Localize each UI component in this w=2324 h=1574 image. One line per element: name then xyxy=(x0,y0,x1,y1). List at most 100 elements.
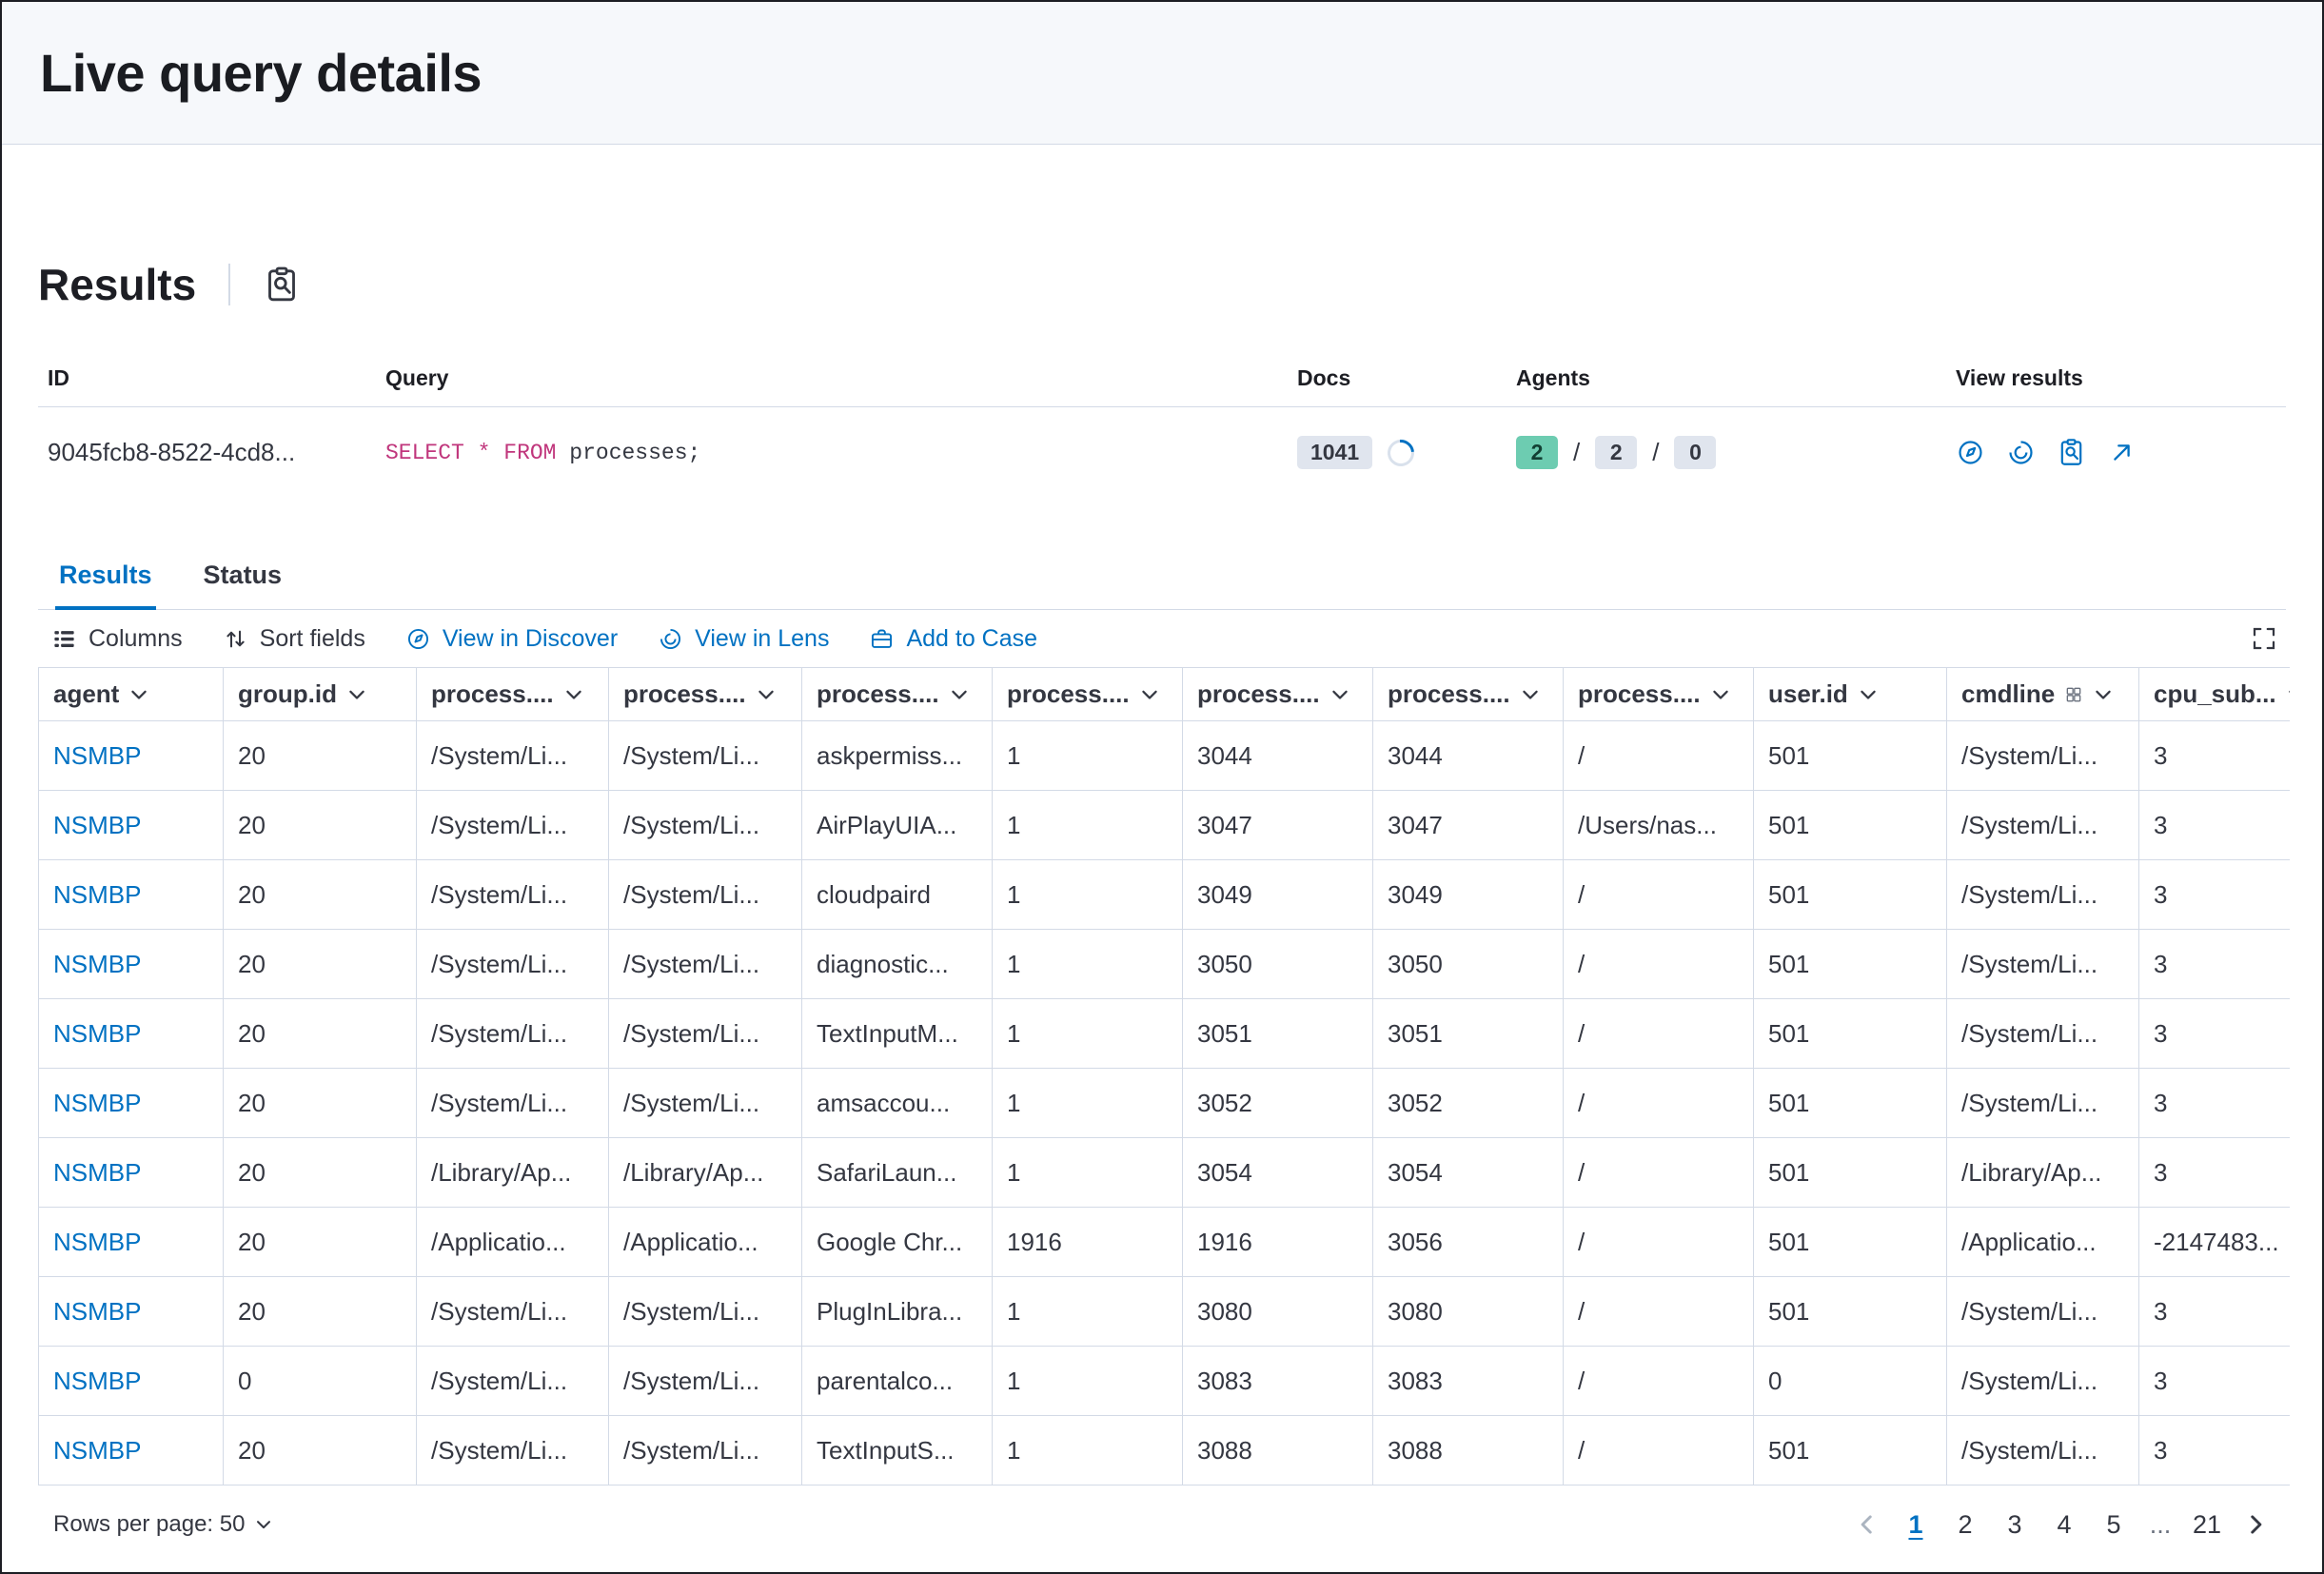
grid-cell[interactable]: / xyxy=(1564,1416,1754,1485)
grid-cell[interactable]: 3050 xyxy=(1183,930,1373,999)
view-in-discover-button[interactable] xyxy=(1956,438,1985,467)
inspect-results-button[interactable] xyxy=(263,266,301,304)
grid-cell[interactable]: 1 xyxy=(993,721,1183,791)
grid-cell[interactable]: / xyxy=(1564,1069,1754,1138)
view-in-lens-button[interactable] xyxy=(2006,438,2036,467)
agent-link[interactable]: NSMBP xyxy=(53,1019,141,1048)
grid-cell[interactable]: 3083 xyxy=(1183,1347,1373,1416)
agent-link[interactable]: NSMBP xyxy=(53,880,141,909)
pagination-page-1[interactable]: 1 xyxy=(1894,1503,1938,1546)
grid-cell[interactable]: SafariLaun... xyxy=(802,1138,993,1208)
agent-link[interactable]: NSMBP xyxy=(53,950,141,978)
grid-cell[interactable]: 501 xyxy=(1754,860,1947,930)
grid-cell[interactable]: /System/Li... xyxy=(609,791,802,860)
grid-cell[interactable]: 3 xyxy=(2139,1138,2291,1208)
grid-cell[interactable]: /Applicatio... xyxy=(609,1208,802,1277)
column-header-group-id[interactable]: group.id xyxy=(224,668,417,721)
grid-cell[interactable]: 3080 xyxy=(1183,1277,1373,1347)
agent-link[interactable]: NSMBP xyxy=(53,1367,141,1395)
column-header-process-3[interactable]: process.... xyxy=(802,668,993,721)
grid-cell[interactable]: 3052 xyxy=(1373,1069,1564,1138)
grid-cell[interactable]: -2147483... xyxy=(2139,1208,2291,1277)
agent-link[interactable]: NSMBP xyxy=(53,1089,141,1117)
grid-cell[interactable]: 3088 xyxy=(1183,1416,1373,1485)
grid-cell[interactable]: 20 xyxy=(224,1138,417,1208)
grid-cell[interactable]: 20 xyxy=(224,721,417,791)
grid-cell[interactable]: /Library/Ap... xyxy=(1947,1138,2139,1208)
grid-cell[interactable]: 3044 xyxy=(1183,721,1373,791)
add-to-case-button[interactable]: Add to Case xyxy=(869,625,1037,653)
grid-cell-agent[interactable]: NSMBP xyxy=(39,999,224,1069)
grid-cell[interactable]: 3 xyxy=(2139,791,2291,860)
agent-link[interactable]: NSMBP xyxy=(53,811,141,839)
grid-cell[interactable]: / xyxy=(1564,1138,1754,1208)
grid-cell[interactable]: 1 xyxy=(993,1069,1183,1138)
column-header-agent[interactable]: agent xyxy=(39,668,224,721)
grid-cell[interactable]: 3056 xyxy=(1373,1208,1564,1277)
grid-cell[interactable]: 1 xyxy=(993,1138,1183,1208)
grid-cell[interactable]: /Users/nas... xyxy=(1564,791,1754,860)
grid-cell[interactable]: /System/Li... xyxy=(1947,930,2139,999)
column-header-process-4[interactable]: process.... xyxy=(993,668,1183,721)
grid-cell[interactable]: 3050 xyxy=(1373,930,1564,999)
columns-button[interactable]: Columns xyxy=(51,625,183,653)
grid-cell[interactable]: 501 xyxy=(1754,1069,1947,1138)
grid-cell[interactable]: 3047 xyxy=(1373,791,1564,860)
grid-cell[interactable]: 3049 xyxy=(1183,860,1373,930)
grid-cell[interactable]: /System/Li... xyxy=(417,1416,609,1485)
grid-cell[interactable]: amsaccou... xyxy=(802,1069,993,1138)
grid-cell[interactable]: 1 xyxy=(993,930,1183,999)
grid-cell[interactable]: 3052 xyxy=(1183,1069,1373,1138)
grid-cell[interactable]: 1 xyxy=(993,999,1183,1069)
grid-cell-agent[interactable]: NSMBP xyxy=(39,1069,224,1138)
grid-cell[interactable]: 20 xyxy=(224,1208,417,1277)
grid-cell[interactable]: /System/Li... xyxy=(609,860,802,930)
open-full-results-button[interactable] xyxy=(2107,438,2137,467)
grid-cell[interactable]: / xyxy=(1564,1277,1754,1347)
grid-cell[interactable]: parentalco... xyxy=(802,1347,993,1416)
grid-cell[interactable]: /System/Li... xyxy=(609,1347,802,1416)
column-header-process-5[interactable]: process.... xyxy=(1183,668,1373,721)
grid-cell[interactable]: 20 xyxy=(224,999,417,1069)
pagination-page-2[interactable]: 2 xyxy=(1943,1503,1987,1546)
column-header-user-id[interactable]: user.id xyxy=(1754,668,1947,721)
grid-cell[interactable]: 3083 xyxy=(1373,1347,1564,1416)
grid-cell[interactable]: 20 xyxy=(224,791,417,860)
grid-cell-agent[interactable]: NSMBP xyxy=(39,1138,224,1208)
grid-cell[interactable]: /System/Li... xyxy=(1947,1347,2139,1416)
grid-cell[interactable]: /System/Li... xyxy=(609,1277,802,1347)
grid-cell[interactable]: 3 xyxy=(2139,999,2291,1069)
grid-cell[interactable]: 3044 xyxy=(1373,721,1564,791)
grid-cell[interactable]: 1916 xyxy=(1183,1208,1373,1277)
grid-cell[interactable]: /System/Li... xyxy=(417,1347,609,1416)
grid-cell[interactable]: 0 xyxy=(224,1347,417,1416)
grid-cell[interactable]: cloudpaird xyxy=(802,860,993,930)
grid-cell[interactable]: 20 xyxy=(224,930,417,999)
grid-cell[interactable]: /Applicatio... xyxy=(1947,1208,2139,1277)
grid-cell[interactable]: 0 xyxy=(1754,1347,1947,1416)
grid-cell[interactable]: 20 xyxy=(224,1069,417,1138)
grid-cell[interactable]: 3 xyxy=(2139,1347,2291,1416)
grid-cell[interactable]: /System/Li... xyxy=(609,930,802,999)
grid-cell[interactable]: /System/Li... xyxy=(417,1069,609,1138)
grid-cell[interactable]: 3 xyxy=(2139,1416,2291,1485)
grid-cell-agent[interactable]: NSMBP xyxy=(39,930,224,999)
grid-cell[interactable]: 1 xyxy=(993,1347,1183,1416)
grid-cell[interactable]: 501 xyxy=(1754,791,1947,860)
grid-cell[interactable]: PlugInLibra... xyxy=(802,1277,993,1347)
grid-cell[interactable]: 501 xyxy=(1754,930,1947,999)
grid-cell[interactable]: 20 xyxy=(224,1416,417,1485)
grid-cell[interactable]: /System/Li... xyxy=(417,1277,609,1347)
grid-cell[interactable]: / xyxy=(1564,860,1754,930)
column-header-cpu-subtype[interactable]: cpu_sub... xyxy=(2139,668,2291,721)
pagination-page-21[interactable]: 21 xyxy=(2185,1503,2229,1546)
grid-cell[interactable]: / xyxy=(1564,1347,1754,1416)
grid-cell[interactable]: 501 xyxy=(1754,999,1947,1069)
grid-cell-agent[interactable]: NSMBP xyxy=(39,860,224,930)
grid-cell[interactable]: /System/Li... xyxy=(609,999,802,1069)
agent-link[interactable]: NSMBP xyxy=(53,1228,141,1256)
grid-cell[interactable]: /System/Li... xyxy=(1947,791,2139,860)
sort-fields-button[interactable]: Sort fields xyxy=(223,625,365,653)
grid-cell[interactable]: 20 xyxy=(224,860,417,930)
agent-link[interactable]: NSMBP xyxy=(53,741,141,770)
